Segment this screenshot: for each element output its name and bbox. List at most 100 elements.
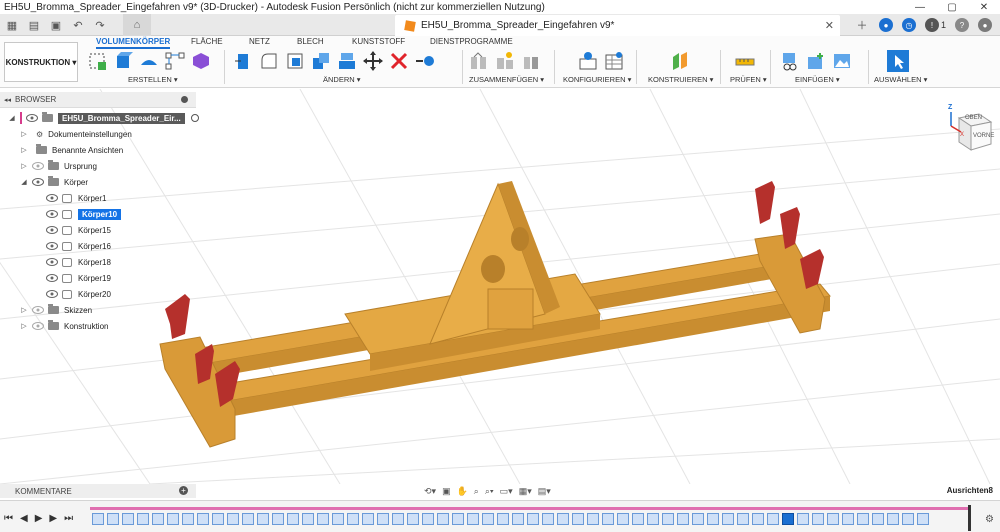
timeline-feature[interactable] bbox=[167, 513, 179, 525]
job-status-icon[interactable]: ◷ bbox=[901, 18, 916, 32]
comments-panel[interactable]: KOMMENTARE + bbox=[0, 484, 196, 498]
tree-item-body[interactable]: Körper15 bbox=[46, 223, 111, 237]
insert-mesh-icon[interactable] bbox=[805, 50, 827, 72]
group-konfigurieren[interactable]: KONFIGURIEREN ▾ bbox=[563, 75, 631, 84]
extrude-icon[interactable] bbox=[112, 50, 134, 72]
timeline-feature[interactable] bbox=[212, 513, 224, 525]
orbit-icon[interactable]: ⟲▾ bbox=[424, 486, 436, 497]
timeline-feature[interactable] bbox=[317, 513, 329, 525]
timeline-feature[interactable] bbox=[242, 513, 254, 525]
visibility-off-icon[interactable] bbox=[32, 162, 44, 170]
tree-item-benannte-ansichten[interactable]: ▷ Benannte Ansichten bbox=[20, 143, 123, 157]
timeline-feature[interactable] bbox=[857, 513, 869, 525]
go-to-start-icon[interactable]: ⏮ bbox=[4, 513, 13, 524]
timeline-feature[interactable] bbox=[797, 513, 809, 525]
3d-viewport[interactable] bbox=[0, 89, 1000, 484]
timeline-feature[interactable] bbox=[107, 513, 119, 525]
group-einfuegen[interactable]: EINFÜGEN ▾ bbox=[795, 75, 840, 84]
grid-menu-icon[interactable]: ▦ bbox=[4, 17, 20, 33]
browser-options-icon[interactable] bbox=[181, 96, 188, 103]
timeline-feature[interactable] bbox=[227, 513, 239, 525]
tree-item-dokumenteinstellungen[interactable]: ▷ ⚙ Dokumenteinstellungen bbox=[20, 127, 131, 141]
group-aendern[interactable]: ÄNDERN ▾ bbox=[323, 75, 361, 84]
expand-icon[interactable]: ▷ bbox=[20, 322, 28, 330]
timeline-feature[interactable] bbox=[377, 513, 389, 525]
help-icon[interactable]: ? bbox=[955, 18, 969, 32]
collapse-icon[interactable]: ◂◂ bbox=[4, 96, 11, 104]
visibility-off-icon[interactable] bbox=[32, 322, 44, 330]
step-back-icon[interactable]: ◀ bbox=[20, 513, 28, 524]
configure-table-icon[interactable] bbox=[603, 50, 625, 72]
timeline-feature[interactable] bbox=[842, 513, 854, 525]
visibility-icon[interactable] bbox=[46, 194, 58, 202]
timeline-feature[interactable] bbox=[542, 513, 554, 525]
timeline-feature[interactable] bbox=[887, 513, 899, 525]
tab-kunststoff[interactable]: KUNSTSTOFF bbox=[352, 37, 405, 46]
close-window-button[interactable]: ✕ bbox=[968, 0, 1000, 14]
fillet-icon[interactable] bbox=[258, 50, 280, 72]
tree-item-body[interactable]: Körper1 bbox=[46, 191, 106, 205]
visibility-off-icon[interactable] bbox=[32, 306, 44, 314]
timeline-feature[interactable] bbox=[827, 513, 839, 525]
timeline-feature[interactable] bbox=[152, 513, 164, 525]
timeline-feature[interactable] bbox=[752, 513, 764, 525]
parameters-icon[interactable] bbox=[577, 50, 599, 72]
redo-icon[interactable]: ↷ bbox=[92, 17, 108, 33]
timeline-marker[interactable] bbox=[968, 505, 971, 531]
shell-icon[interactable] bbox=[336, 50, 358, 72]
home-icon[interactable]: ⌂ bbox=[123, 14, 151, 36]
timeline-feature[interactable] bbox=[587, 513, 599, 525]
tree-item-body[interactable]: Körper16 bbox=[46, 239, 111, 253]
tree-item-body[interactable]: Körper18 bbox=[46, 255, 111, 269]
timeline-feature[interactable] bbox=[722, 513, 734, 525]
zoom-icon[interactable]: ⌕ bbox=[474, 486, 479, 497]
timeline-feature[interactable] bbox=[872, 513, 884, 525]
new-sketch-icon[interactable] bbox=[86, 50, 108, 72]
timeline-feature[interactable] bbox=[122, 513, 134, 525]
delete-icon[interactable] bbox=[388, 50, 410, 72]
expand-icon[interactable]: ▷ bbox=[20, 162, 28, 170]
tab-dienstprogramme[interactable]: DIENSTPROGRAMME bbox=[430, 37, 513, 46]
spreader-model[interactable] bbox=[0, 89, 1000, 484]
minimize-button[interactable]: — bbox=[904, 0, 936, 14]
expand-icon[interactable]: ▷ bbox=[20, 130, 28, 138]
fit-icon[interactable]: ⌕▾ bbox=[485, 486, 494, 497]
timeline-feature[interactable] bbox=[437, 513, 449, 525]
pattern-icon[interactable] bbox=[164, 50, 186, 72]
tree-item-skizzen[interactable]: ▷ Skizzen bbox=[20, 303, 92, 317]
timeline-feature[interactable] bbox=[677, 513, 689, 525]
move-icon[interactable] bbox=[362, 50, 384, 72]
timeline-feature[interactable] bbox=[572, 513, 584, 525]
timeline-feature[interactable] bbox=[482, 513, 494, 525]
collapse-icon[interactable]: ◢ bbox=[20, 178, 28, 186]
close-tab-icon[interactable]: ✕ bbox=[825, 19, 834, 32]
timeline-feature[interactable] bbox=[632, 513, 644, 525]
align-icon[interactable] bbox=[414, 50, 436, 72]
visibility-icon[interactable] bbox=[46, 290, 58, 298]
timeline-feature[interactable] bbox=[347, 513, 359, 525]
group-auswaehlen[interactable]: AUSWÄHLEN ▾ bbox=[874, 75, 927, 84]
go-to-end-icon[interactable]: ⏭ bbox=[64, 513, 73, 524]
extensions-icon[interactable]: ● bbox=[878, 18, 893, 32]
browser-panel-header[interactable]: ◂◂ BROWSER bbox=[0, 92, 196, 108]
expand-icon[interactable]: ◢ bbox=[8, 114, 16, 122]
visibility-icon[interactable] bbox=[32, 178, 44, 186]
visibility-icon[interactable] bbox=[26, 114, 38, 122]
timeline-feature[interactable] bbox=[902, 513, 914, 525]
expand-icon[interactable]: ▷ bbox=[20, 146, 28, 154]
timeline-feature[interactable] bbox=[302, 513, 314, 525]
chamfer-icon[interactable] bbox=[284, 50, 306, 72]
tab-volumenkoerper[interactable]: VOLUMENKÖRPER bbox=[96, 37, 171, 49]
view-cube[interactable]: Z X OBEN VORNE bbox=[945, 104, 995, 154]
timeline-feature[interactable] bbox=[272, 513, 284, 525]
timeline-feature[interactable] bbox=[182, 513, 194, 525]
timeline-feature[interactable] bbox=[422, 513, 434, 525]
tab-netz[interactable]: NETZ bbox=[249, 37, 270, 46]
group-pruefen[interactable]: PRÜFEN ▾ bbox=[730, 75, 767, 84]
timeline-feature[interactable] bbox=[692, 513, 704, 525]
notifications[interactable]: ! 1 bbox=[924, 18, 946, 32]
new-component-icon[interactable] bbox=[468, 50, 490, 72]
tree-root[interactable]: ◢ EH5U_Bromma_Spreader_Eir... bbox=[8, 111, 199, 125]
add-comment-icon[interactable]: + bbox=[179, 486, 188, 495]
visibility-icon[interactable] bbox=[46, 274, 58, 282]
